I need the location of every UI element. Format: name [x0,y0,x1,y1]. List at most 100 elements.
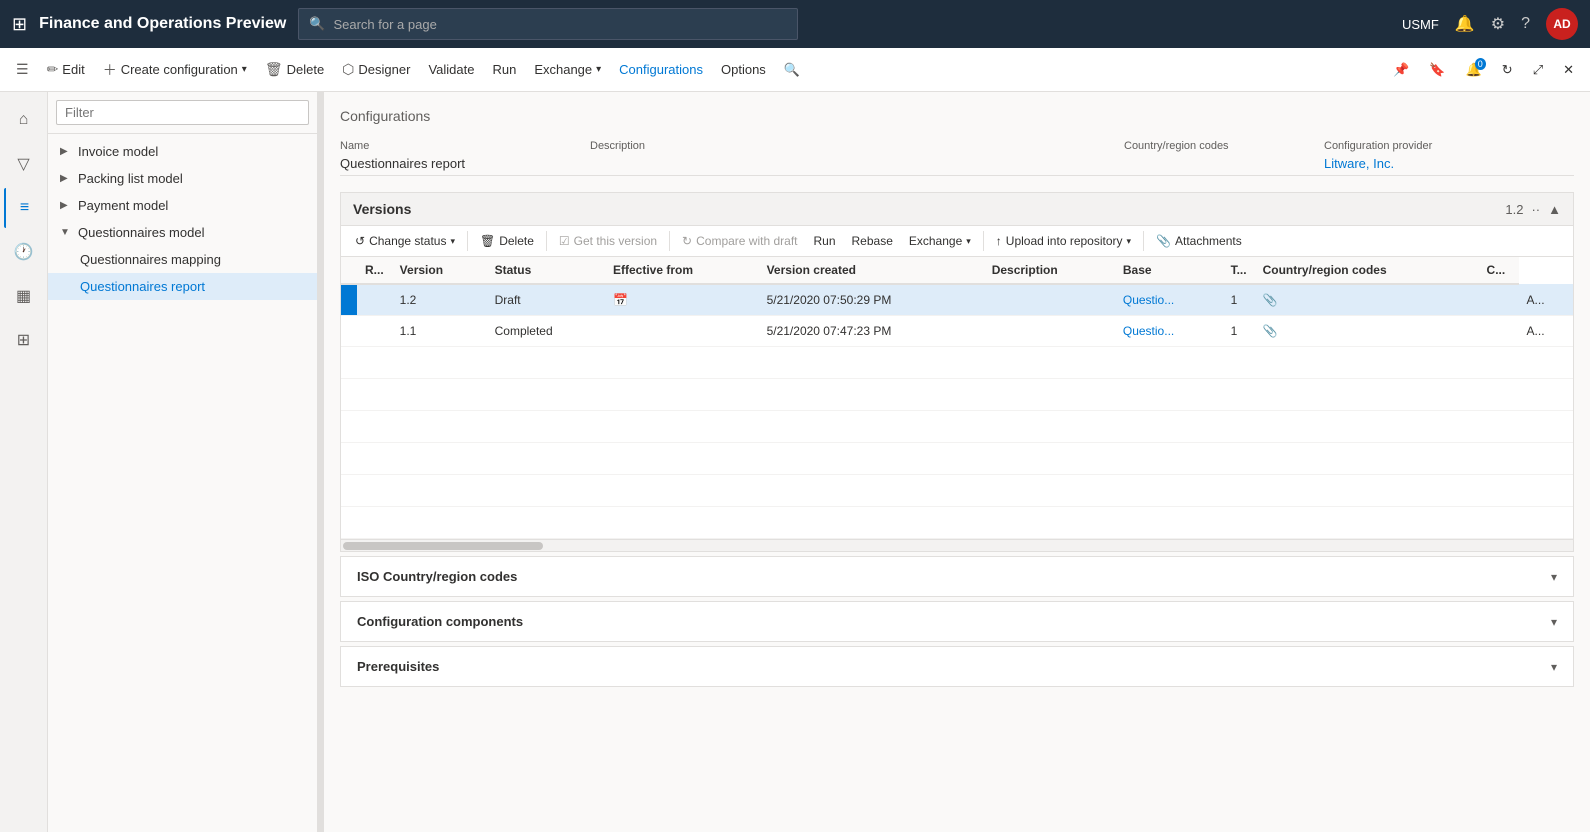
versions-rebase-button[interactable]: Rebase [846,230,899,252]
sidebar-home-icon[interactable]: ⌂ [4,100,44,140]
search-toggle-button[interactable]: 🔍 [776,56,808,84]
sidebar-item-questionnaires-report[interactable]: Questionnaires report [48,273,317,300]
get-this-version-button[interactable]: ☑ Get this version [553,230,663,252]
configurations-button[interactable]: Configurations [611,56,711,83]
delete-button[interactable]: 🗑 Delete [257,55,332,84]
sidebar-calendar-icon[interactable]: ▦ [4,276,44,316]
run-button[interactable]: Run [484,56,524,83]
col-r[interactable]: R... [357,257,392,284]
sidebar-item-payment-model[interactable]: ▶ Payment model [48,192,317,219]
help-icon[interactable]: ? [1521,15,1530,33]
edit-button[interactable]: ✏ Edit [39,55,93,84]
tree-filter-input[interactable] [56,100,309,125]
top-bar: ⊞ Finance and Operations Preview 🔍 Searc… [0,0,1590,48]
col-country-value [1479,284,1519,316]
search-icon-cmd: 🔍 [784,62,800,78]
change-status-button[interactable]: ↺ Change status ▾ [349,230,461,252]
sidebar-filter-icon[interactable]: ▽ [4,144,44,184]
versions-exchange-button[interactable]: Exchange ▾ [903,230,977,252]
close-icon: ✕ [1563,62,1574,78]
col-description-value [984,284,1115,316]
col-c[interactable]: C... [1479,257,1519,284]
col-t-value: 1 [1223,284,1255,316]
sidebar-list-icon[interactable]: ≡ [4,188,44,228]
prerequisites-section: Prerequisites ▾ [340,646,1574,687]
versions-collapse-icon[interactable]: ▲ [1548,202,1561,217]
get-version-icon: ☑ [559,234,570,248]
sidebar-clock-icon[interactable]: 🕐 [4,232,44,272]
versions-panel: Versions 1.2 ·· ▲ ↺ Change status ▾ 🗑 De… [340,192,1574,552]
attachments-button[interactable]: 📎 Attachments [1150,230,1248,252]
col-version-created[interactable]: Version created [759,257,984,284]
table-row[interactable]: 1.1Completed5/21/2020 07:47:23 PMQuestio… [341,316,1573,347]
scrollbar-thumb[interactable] [343,542,543,550]
config-provider-col: Configuration provider Litware, Inc. [1324,140,1574,176]
search-placeholder: Search for a page [333,17,436,32]
compare-draft-button[interactable]: ↻ Compare with draft [676,230,803,252]
versions-more-icon[interactable]: ·· [1531,202,1540,217]
col-description[interactable]: Description [984,257,1115,284]
section-label: Configurations [340,108,1574,124]
exchange-button[interactable]: Exchange ▾ [526,56,609,83]
command-bar: ☰ ✏ Edit ＋ Create configuration ▾ 🗑 Dele… [0,48,1590,92]
create-config-button[interactable]: ＋ Create configuration ▾ [95,54,255,86]
config-header: Name Questionnaires report Description C… [340,140,1574,184]
designer-icon: ⬡ [342,61,354,78]
config-components-header[interactable]: Configuration components ▾ [341,602,1573,641]
app-title: Finance and Operations Preview [39,15,286,33]
provider-value[interactable]: Litware, Inc. [1324,156,1574,176]
table-row[interactable]: 1.2Draft📅5/21/2020 07:50:29 PMQuestio...… [341,284,1573,316]
options-button[interactable]: Options [713,56,774,83]
table-row-empty [341,347,1573,379]
close-button[interactable]: ✕ [1555,56,1582,84]
upload-repository-button[interactable]: ↑ Upload into repository ▾ [990,230,1137,252]
col-c-value: A... [1519,316,1573,347]
search-bar[interactable]: 🔍 Search for a page [298,8,798,40]
col-t[interactable]: T... [1223,257,1255,284]
base-link[interactable]: Questio... [1123,324,1174,338]
col-r-value [357,316,392,347]
config-components-section: Configuration components ▾ [340,601,1574,642]
sidebar-item-questionnaires-mapping[interactable]: Questionnaires mapping [48,246,317,273]
col-status-value: Completed [487,316,605,347]
toolbar-sep-4 [983,231,984,251]
versions-run-button[interactable]: Run [807,230,841,252]
versions-table-container: R... Version Status Effective from Versi… [341,257,1573,539]
table-row-empty [341,379,1573,411]
expand-icon: ▶ [60,173,72,184]
grid-icon[interactable]: ⊞ [12,14,27,35]
sidebar-item-invoice-model[interactable]: ▶ Invoice model [48,138,317,165]
name-value: Questionnaires report [340,156,590,176]
expand-icon-expanded: ▼ [60,227,72,238]
open-new-button[interactable]: ⤢ [1525,56,1551,84]
refresh-button[interactable]: ↻ [1494,56,1521,84]
sidebar-item-packing-list-model[interactable]: ▶ Packing list model [48,165,317,192]
pin-button[interactable]: 📌 [1385,56,1417,84]
col-base[interactable]: Base [1115,257,1223,284]
settings-icon[interactable]: ⚙ [1491,14,1505,34]
iso-country-header[interactable]: ISO Country/region codes ▾ [341,557,1573,596]
hamburger-button[interactable]: ☰ [8,55,37,84]
col-effective-from[interactable]: Effective from [605,257,759,284]
base-link[interactable]: Questio... [1123,293,1174,307]
sidebar-grid-icon[interactable]: ⊞ [4,320,44,360]
versions-delete-button[interactable]: 🗑 Delete [474,230,540,252]
col-version[interactable]: Version [392,257,487,284]
prerequisites-header[interactable]: Prerequisites ▾ [341,647,1573,686]
col-country[interactable]: Country/region codes [1255,257,1479,284]
calendar-icon[interactable]: 📅 [613,293,628,307]
horizontal-scrollbar[interactable] [341,539,1573,551]
table-row-empty [341,443,1573,475]
prerequisites-chevron-icon: ▾ [1551,660,1557,674]
bookmark-button[interactable]: 🔖 [1421,56,1453,84]
col-base-value: Questio... [1115,284,1223,316]
bell-icon[interactable]: 🔔 [1455,14,1475,34]
sidebar-item-questionnaires-model[interactable]: ▼ Questionnaires model [48,219,317,246]
designer-button[interactable]: ⬡ Designer [334,55,418,84]
change-status-icon: ↺ [355,234,365,248]
validate-button[interactable]: Validate [420,56,482,83]
badge-button[interactable]: 🔔0 [1458,56,1490,84]
col-country-value [1479,316,1519,347]
avatar[interactable]: AD [1546,8,1578,40]
col-status[interactable]: Status [487,257,605,284]
